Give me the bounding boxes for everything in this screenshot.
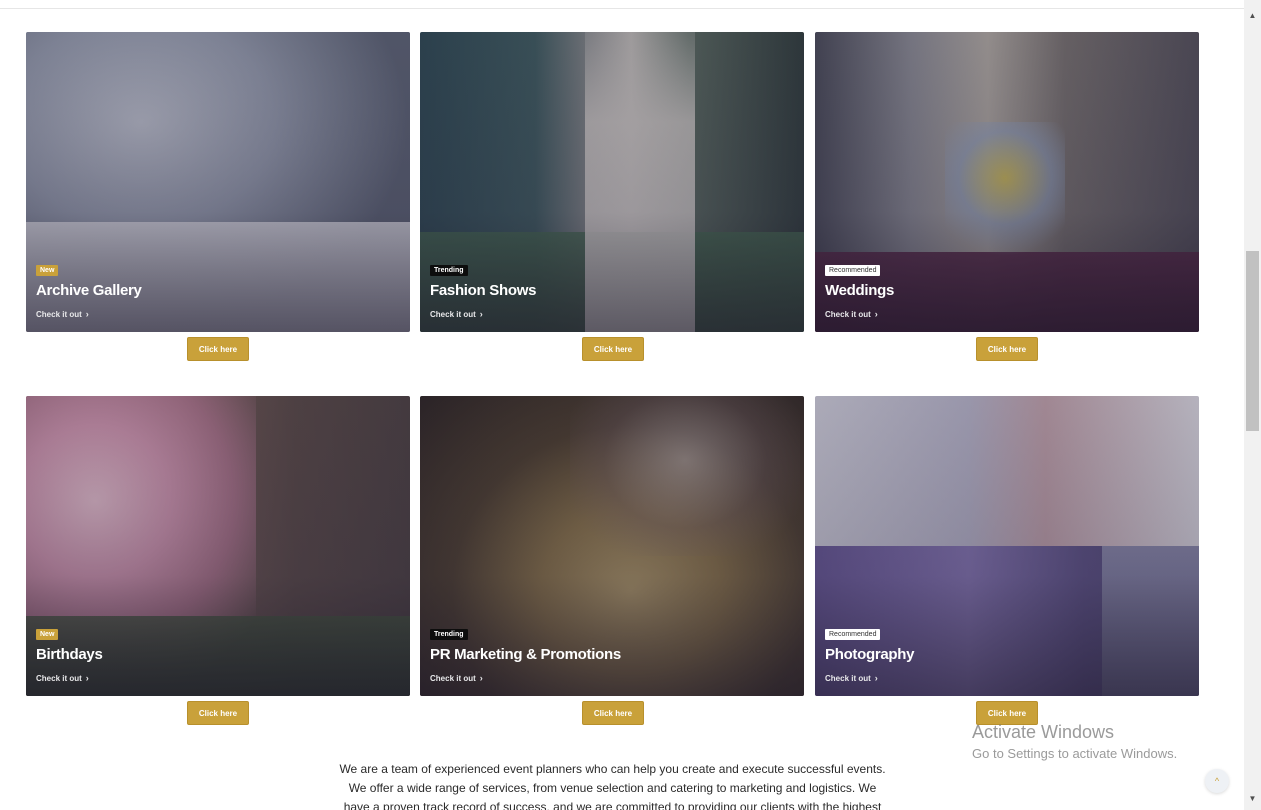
chevron-right-icon: › (85, 309, 89, 319)
card-link-label: Check it out (825, 310, 871, 319)
scroll-down-arrow-icon[interactable]: ▼ (1244, 792, 1261, 804)
chevron-right-icon: › (874, 673, 878, 683)
about-line: We are a team of experienced event plann… (339, 762, 886, 776)
card-link-label: Check it out (825, 674, 871, 683)
card-badge: New (36, 629, 59, 640)
card-badge: Trending (430, 629, 468, 640)
card-title[interactable]: PR Marketing & Promotions (430, 646, 621, 663)
vertical-scrollbar[interactable]: ▲ ▼ (1244, 0, 1261, 810)
card-title[interactable]: Fashion Shows (430, 282, 536, 299)
fashion-shows-click-here-button[interactable]: Click here (582, 337, 644, 361)
about-paragraph: We are a team of experienced event plann… (300, 760, 925, 810)
weddings-click-here-button[interactable]: Click here (976, 337, 1038, 361)
header-divider (0, 0, 1244, 9)
chevron-right-icon: › (874, 309, 878, 319)
card-title[interactable]: Weddings (825, 282, 894, 299)
card-link[interactable]: Check it out › (825, 309, 878, 319)
archive-gallery-click-here-button[interactable]: Click here (187, 337, 249, 361)
scroll-to-top-button[interactable]: ^ (1205, 769, 1229, 793)
card-badge: Recommended (825, 629, 881, 640)
watermark-title: Activate Windows (972, 722, 1115, 742)
card-title[interactable]: Birthdays (36, 646, 103, 663)
card-link-label: Check it out (430, 674, 476, 683)
chevron-up-icon: ^ (1214, 776, 1220, 786)
about-line: have a proven track record of success, a… (343, 800, 882, 810)
scrollbar-thumb[interactable] (1246, 251, 1259, 431)
card-link-label: Check it out (430, 310, 476, 319)
card-pr-marketing-promotions[interactable]: Trending PR Marketing & Promotions Check… (420, 396, 804, 696)
card-fashion-shows[interactable]: Trending Fashion Shows Check it out › (420, 32, 804, 332)
card-badge: Trending (430, 265, 468, 276)
chevron-right-icon: › (85, 673, 89, 683)
scroll-up-arrow-icon[interactable]: ▲ (1244, 9, 1261, 21)
card-weddings[interactable]: Recommended Weddings Check it out › (815, 32, 1199, 332)
card-link[interactable]: Check it out › (430, 673, 483, 683)
card-badge: Recommended (825, 265, 881, 276)
card-link[interactable]: Check it out › (36, 309, 89, 319)
watermark-subtitle: Go to Settings to activate Windows. (972, 746, 1178, 761)
card-photography[interactable]: Recommended Photography Check it out › (815, 396, 1199, 696)
pr-marketing-click-here-button[interactable]: Click here (582, 701, 644, 725)
chevron-right-icon: › (479, 673, 483, 683)
card-link-label: Check it out (36, 674, 82, 683)
card-archive-gallery[interactable]: New Archive Gallery Check it out › (26, 32, 410, 332)
card-birthdays[interactable]: New Birthdays Check it out › (26, 396, 410, 696)
card-badge: New (36, 265, 59, 276)
activate-windows-watermark: Activate Windows Go to Settings to activ… (972, 720, 1177, 764)
page: New Archive Gallery Check it out › Click … (0, 0, 1261, 810)
card-link-label: Check it out (36, 310, 82, 319)
card-link[interactable]: Check it out › (825, 673, 878, 683)
chevron-right-icon: › (479, 309, 483, 319)
card-link[interactable]: Check it out › (36, 673, 89, 683)
card-title[interactable]: Archive Gallery (36, 282, 142, 299)
about-line: We offer a wide range of services, from … (348, 781, 877, 795)
birthdays-click-here-button[interactable]: Click here (187, 701, 249, 725)
card-title[interactable]: Photography (825, 646, 915, 663)
card-link[interactable]: Check it out › (430, 309, 483, 319)
